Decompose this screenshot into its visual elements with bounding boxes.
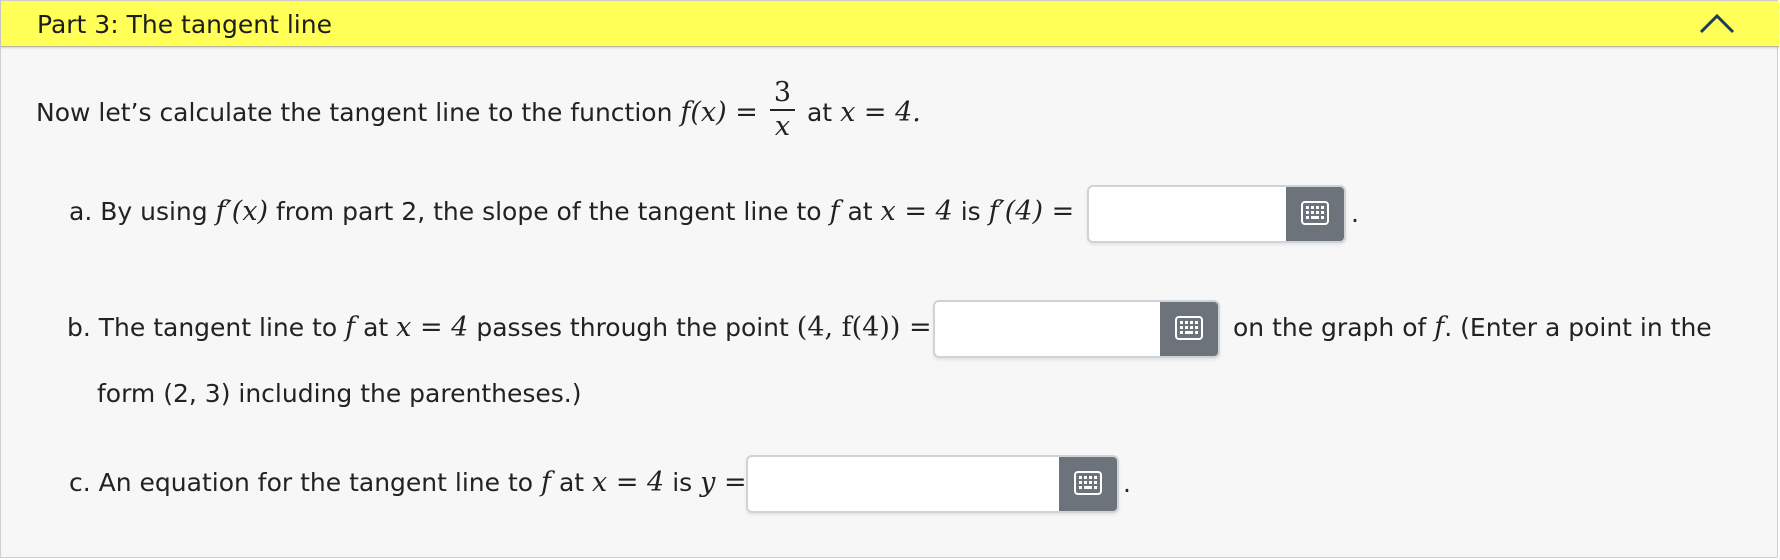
part-b-label: b. The tangent line to [67,313,338,342]
fraction: 3 x [769,77,796,143]
part-c-keyboard-button[interactable] [1059,457,1117,511]
part-b-answer-input[interactable] [935,302,1162,356]
part-a-label: a. By using [69,197,208,226]
part-c-lhs: y = [700,467,747,498]
part-b-instructions-line2: form (2, 3) including the parentheses.) [97,379,582,408]
part-a-period: . [1351,199,1359,228]
part-b-question: b. The tangent line to f at x = 4 passes… [67,312,932,343]
part-a-question: a. By using f′(x) from part 2, the slope… [69,196,1074,227]
part-a-text: from part 2, the slope of the tangent li… [275,197,822,226]
part-a-point: x = 4 [880,196,953,227]
part-c-label: c. An equation for the tangent line to [69,468,534,497]
part-a-keyboard-button[interactable] [1286,187,1344,241]
part-c-answer-box [746,455,1119,513]
part-c-is: is [672,468,693,497]
part-b-keyboard-button[interactable] [1160,302,1218,356]
part-b-after-text: on the graph of [1233,313,1427,342]
part-b-f2: f [1434,312,1445,343]
part-c-question: c. An equation for the tangent line to f… [69,467,747,498]
chevron-up-icon[interactable] [1699,12,1735,34]
part-a-answer-input[interactable] [1089,187,1288,241]
tangent-line-panel: Part 3: The tangent line Now let’s calcu… [0,0,1779,558]
intro-at: at [806,98,833,127]
part-a-lhs: f′(4) = [988,196,1075,227]
keyboard-icon [1074,471,1102,495]
part-b-answer-box [933,300,1220,358]
section-title: Part 3: The tangent line [37,10,332,39]
intro-point: x = 4. [840,97,921,128]
part-a-answer-box [1087,185,1346,243]
part-c-at: at [558,468,585,497]
intro-function: f(x) = [680,97,758,128]
part-a-fprime: f′(x) [215,196,269,227]
part-b-f: f [345,312,356,343]
part-b-after: on the graph of f. (Enter a point in the [1233,312,1712,343]
part-c-answer-input[interactable] [748,457,1061,511]
intro-sentence: Now let’s calculate the tangent line to … [36,77,921,147]
part-c-period: . [1123,469,1131,498]
part-b-instructions: . (Enter a point in the [1444,313,1712,342]
part-a-at: at [847,197,873,226]
fraction-numerator: 3 [769,77,796,111]
part-b-text: passes through the point [476,313,789,342]
part-a-is: is [960,197,981,226]
intro-prefix: Now let’s calculate the tangent line to … [36,98,673,127]
keyboard-icon [1175,316,1203,340]
part-a-f: f [829,196,840,227]
keyboard-icon [1301,201,1329,225]
part-c-f: f [541,467,552,498]
part-c-point: x = 4 [592,467,665,498]
part-b-at: at [363,313,389,342]
section-header[interactable]: Part 3: The tangent line [1,1,1779,47]
part-b-point: x = 4 [396,312,469,343]
part-b-lhs: (4, f(4)) = [796,312,932,343]
fraction-denominator: x [774,111,791,142]
